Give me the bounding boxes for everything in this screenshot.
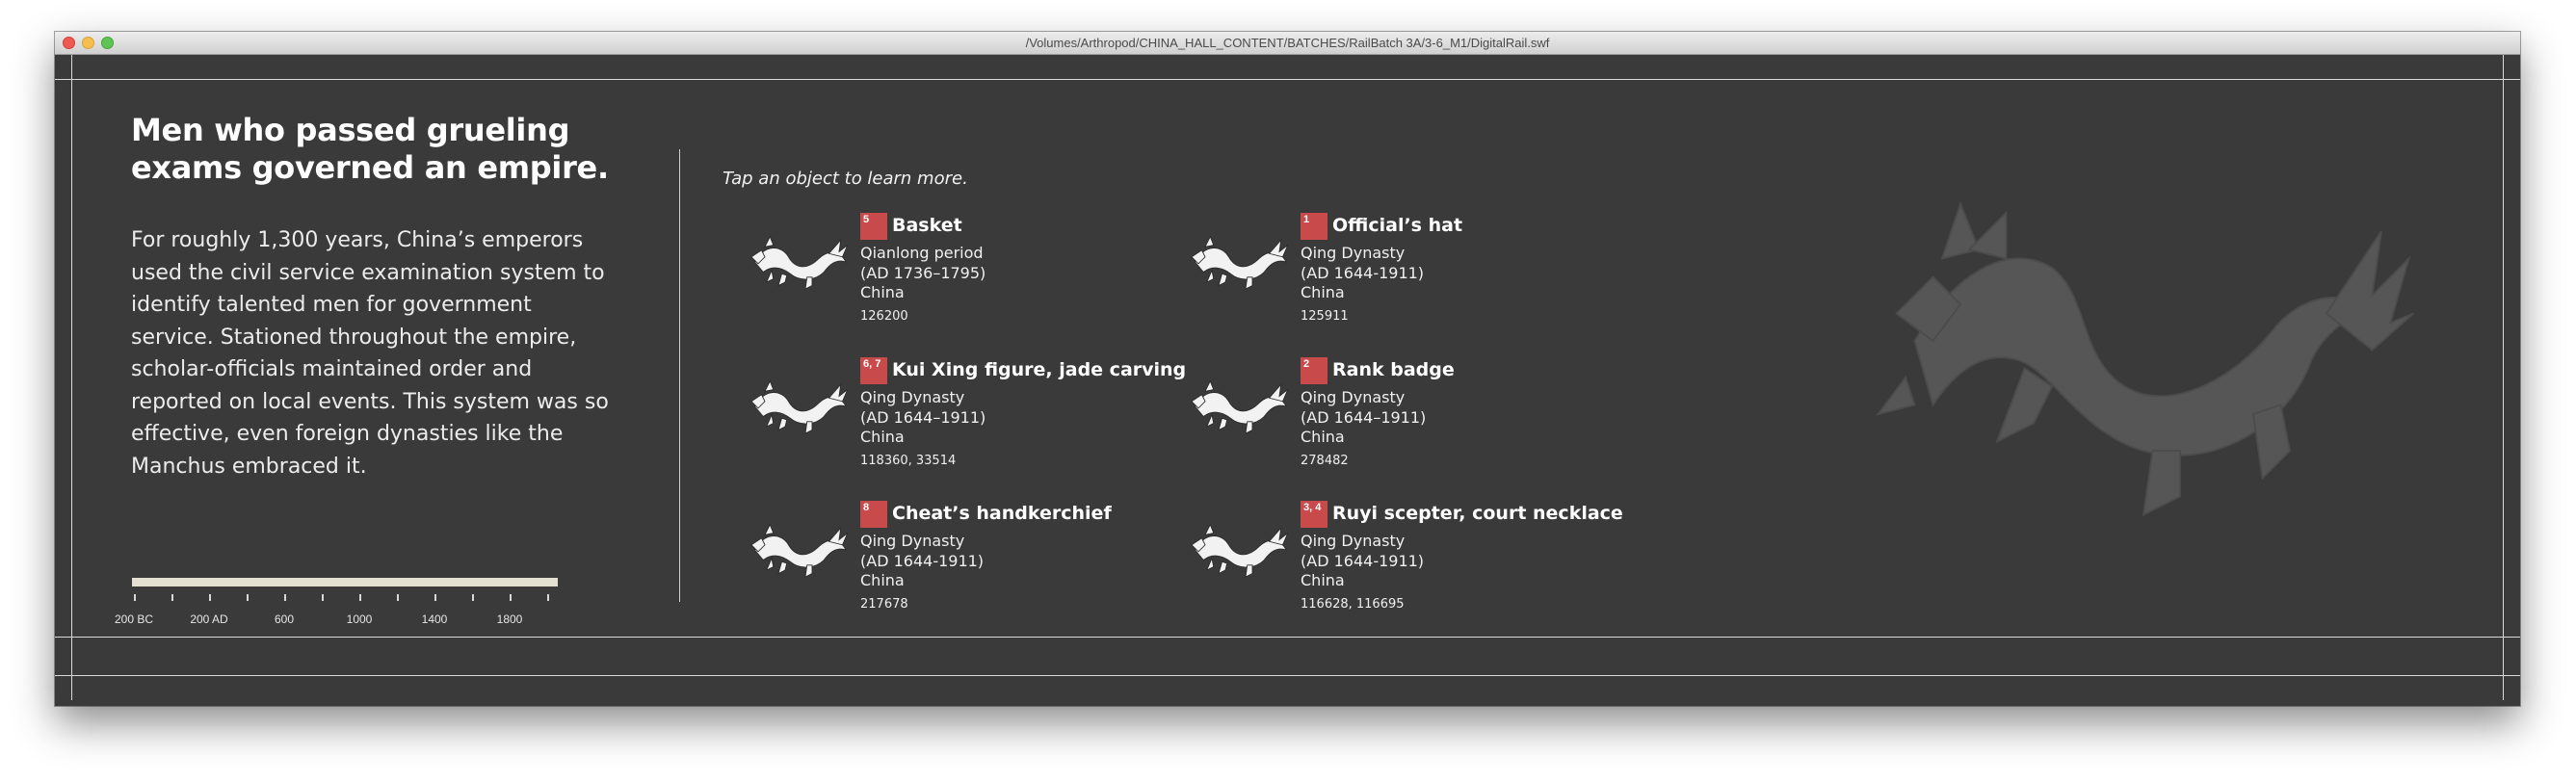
frame-line-top — [55, 79, 2520, 80]
frame-line-bottom — [55, 675, 2520, 676]
object-place: China — [860, 571, 905, 589]
object-accession: 125911 — [1301, 308, 1349, 324]
timeline-tick — [547, 594, 549, 601]
timeline-tick — [510, 594, 512, 601]
timeline-label: 1000 — [346, 613, 373, 626]
object-number-badge: 3, 4 — [1301, 501, 1327, 528]
timeline-tick — [134, 594, 136, 601]
object-name: Official’s hat — [1332, 215, 1463, 236]
object-period: Qing Dynasty — [1301, 244, 1406, 262]
object-item-officials-hat[interactable]: 1 Official’s hat Qing Dynasty (AD 1644-1… — [1181, 213, 1605, 328]
column-divider — [679, 149, 680, 602]
title-bar: /Volumes/Arthropod/CHINA_HALL_CONTENT/BA… — [55, 32, 2520, 55]
dragon-watermark-icon — [1876, 200, 2414, 517]
object-place: China — [860, 283, 905, 301]
object-name: Basket — [892, 215, 962, 236]
object-item-cheats-handkerchief[interactable]: 8 Cheat’s handkerchief Qing Dynasty (AD … — [741, 501, 1165, 616]
frame-line-right — [2503, 55, 2504, 700]
object-period: Qing Dynasty — [860, 532, 965, 550]
timeline-tick — [284, 594, 286, 601]
object-number-badge: 6, 7 — [860, 357, 887, 384]
object-details: Qing Dynasty (AD 1644–1911) China 278482 — [1301, 388, 1426, 471]
object-place: China — [860, 428, 905, 446]
timeline-tick — [209, 594, 211, 601]
object-number-badge: 8 — [860, 501, 887, 528]
timeline-label: 1800 — [496, 613, 523, 626]
dragon-icon — [1191, 236, 1289, 290]
window-title: /Volumes/Arthropod/CHINA_HALL_CONTENT/BA… — [1025, 36, 1550, 50]
timeline-tick — [247, 594, 249, 601]
rail-content: Men who passed grueling exams governed a… — [55, 55, 2520, 706]
object-accession: 118360, 33514 — [860, 453, 957, 468]
dragon-icon — [750, 524, 849, 578]
object-accession: 126200 — [860, 308, 908, 324]
app-window: /Volumes/Arthropod/CHINA_HALL_CONTENT/BA… — [55, 32, 2520, 706]
timeline-tick — [397, 594, 399, 601]
object-details: Qing Dynasty (AD 1644–1911) China 118360… — [860, 388, 986, 471]
object-item-rank-badge[interactable]: 2 Rank badge Qing Dynasty (AD 1644–1911)… — [1181, 357, 1605, 473]
headline: Men who passed grueling exams governed a… — [131, 112, 609, 186]
object-item-basket[interactable]: 5 Basket Qianlong period (AD 1736–1795) … — [741, 213, 1165, 328]
object-name: Rank badge — [1332, 359, 1455, 380]
object-dates: (AD 1644-1911) — [860, 551, 985, 570]
object-period: Qianlong period — [860, 244, 984, 262]
dragon-icon — [1191, 380, 1289, 434]
object-number-badge: 1 — [1301, 213, 1327, 240]
dragon-icon — [750, 236, 849, 290]
timeline-tick — [322, 594, 324, 601]
frame-line-bottom-inner — [55, 637, 2520, 638]
tap-prompt: Tap an object to learn more. — [723, 169, 968, 189]
object-dates: (AD 1644–1911) — [1301, 407, 1427, 427]
object-dates: (AD 1644-1911) — [1301, 263, 1425, 282]
dragon-icon — [750, 380, 849, 434]
object-period: Qing Dynasty — [1301, 388, 1406, 406]
object-accession: 116628, 116695 — [1301, 596, 1405, 612]
timeline-tick — [434, 594, 436, 601]
object-accession: 217678 — [860, 596, 908, 612]
frame-line-left — [71, 55, 72, 700]
object-dates: (AD 1736–1795) — [860, 263, 986, 282]
object-accession: 278482 — [1301, 453, 1349, 468]
object-period: Qing Dynasty — [1301, 532, 1406, 550]
object-dates: (AD 1644-1911) — [1301, 551, 1425, 570]
timeline-label: 200 AD — [190, 613, 228, 626]
object-details: Qing Dynasty (AD 1644-1911) China 217678 — [860, 532, 984, 614]
timeline-label: 200 BC — [114, 613, 154, 626]
timeline-tick — [359, 594, 361, 601]
timeline-bar — [132, 578, 558, 586]
dragon-icon — [1191, 524, 1289, 578]
object-details: Qing Dynasty (AD 1644-1911) China 125911 — [1301, 244, 1424, 326]
object-name: Cheat’s handkerchief — [892, 503, 1112, 524]
object-item-ruyi-scepter[interactable]: 3, 4 Ruyi scepter, court necklace Qing D… — [1181, 501, 1623, 616]
object-name: Ruyi scepter, court necklace — [1332, 503, 1623, 524]
object-place: China — [1301, 571, 1345, 589]
timeline: 200 BC 200 AD 600 1000 1400 1800 — [115, 578, 614, 636]
object-number-badge: 2 — [1301, 357, 1327, 384]
object-number-badge: 5 — [860, 213, 887, 240]
object-item-kui-xing[interactable]: 6, 7 Kui Xing figure, jade carving Qing … — [741, 357, 1186, 473]
object-place: China — [1301, 428, 1345, 446]
timeline-label: 1400 — [421, 613, 448, 626]
timeline-tick — [171, 594, 173, 601]
object-details: Qing Dynasty (AD 1644-1911) China 116628… — [1301, 532, 1424, 614]
intro-body-text: For roughly 1,300 years, China’s emperor… — [131, 228, 609, 479]
timeline-label: 600 — [274, 613, 295, 626]
object-details: Qianlong period (AD 1736–1795) China 126… — [860, 244, 986, 326]
timeline-tick — [472, 594, 474, 601]
object-place: China — [1301, 283, 1345, 301]
object-name: Kui Xing figure, jade carving — [892, 359, 1187, 380]
object-period: Qing Dynasty — [860, 388, 965, 406]
object-dates: (AD 1644–1911) — [860, 407, 986, 427]
